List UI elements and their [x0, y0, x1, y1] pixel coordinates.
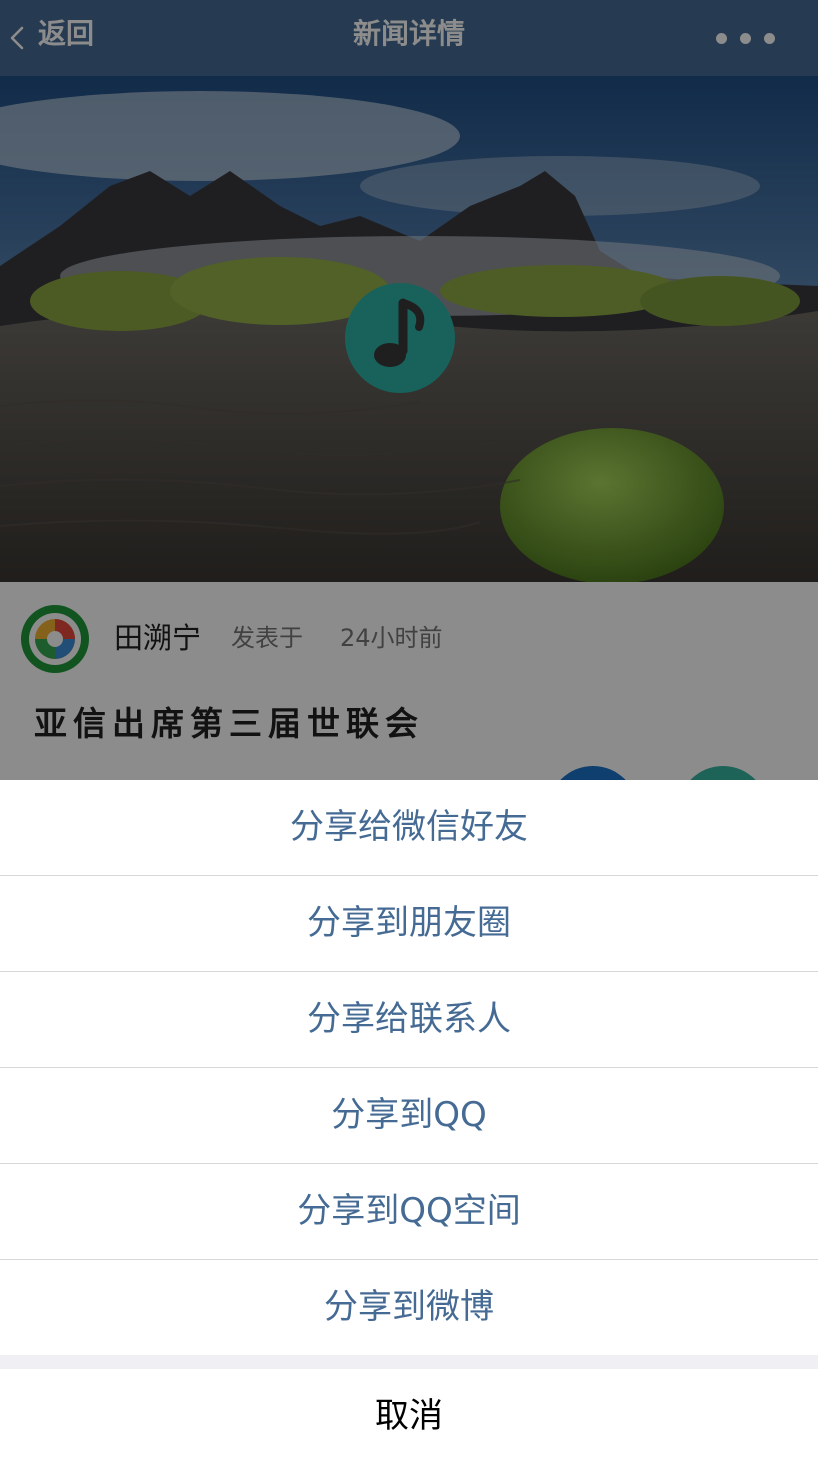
- share-wechat-friend-button[interactable]: 分享给微信好友: [0, 780, 818, 876]
- share-contact-button[interactable]: 分享给联系人: [0, 972, 818, 1068]
- share-qq-button[interactable]: 分享到QQ: [0, 1068, 818, 1164]
- share-action-sheet: 分享给微信好友 分享到朋友圈 分享给联系人 分享到QQ 分享到QQ空间 分享到微…: [0, 780, 818, 1466]
- share-weibo-button[interactable]: 分享到微博: [0, 1260, 818, 1355]
- cancel-button[interactable]: 取消: [0, 1369, 818, 1466]
- share-moments-button[interactable]: 分享到朋友圈: [0, 876, 818, 972]
- share-qzone-button[interactable]: 分享到QQ空间: [0, 1164, 818, 1260]
